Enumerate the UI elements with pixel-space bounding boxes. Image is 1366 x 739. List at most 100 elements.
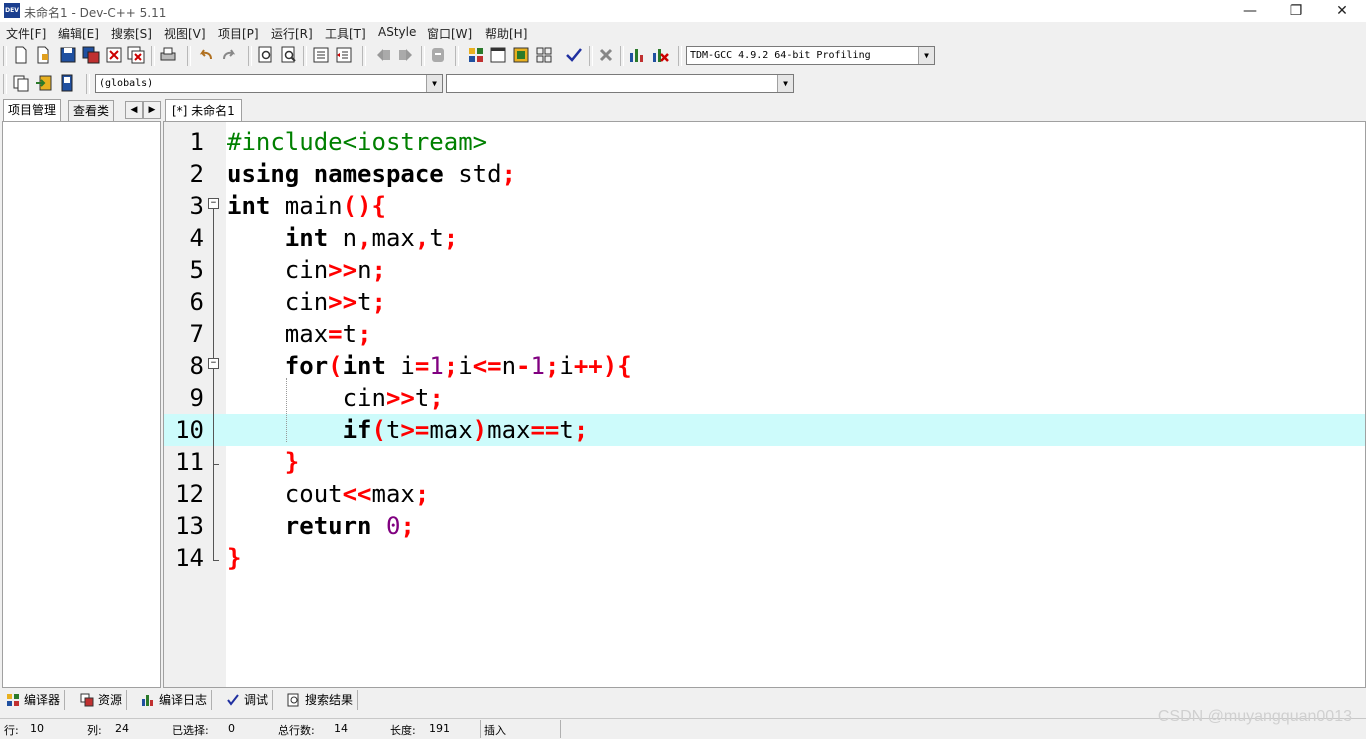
fold-toggle-icon[interactable]: − <box>208 198 219 209</box>
delete-profile-icon[interactable] <box>650 45 670 65</box>
code-line[interactable]: 7 max=t; <box>164 318 1365 350</box>
code-token: for <box>284 352 329 380</box>
redo-icon[interactable] <box>219 45 239 65</box>
close-file-icon[interactable] <box>104 45 124 65</box>
code-line[interactable]: 12 cout<<max; <box>164 478 1365 510</box>
code-token: == <box>530 416 560 444</box>
compile-run-icon[interactable] <box>511 45 531 65</box>
code-text: using namespace std; <box>227 158 516 190</box>
menu-tools[interactable]: 工具[T] <box>325 25 366 42</box>
status-selected-value: 0 <box>228 722 235 735</box>
tab-project-manager[interactable]: 项目管理 <box>3 99 62 122</box>
tab-scroll-right-icon[interactable]: ▶ <box>143 101 161 119</box>
close-all-icon[interactable] <box>126 45 146 65</box>
tab-debug[interactable]: 调试 <box>222 690 274 710</box>
line-number: 13 <box>175 512 204 540</box>
project-options-icon[interactable] <box>57 73 77 93</box>
code-token: ; <box>544 352 560 380</box>
dropdown-arrow-icon[interactable]: ▼ <box>426 75 442 92</box>
window-title: 未命名1 - Dev-C++ 5.11 <box>24 6 167 20</box>
code-line[interactable]: 14} <box>164 542 1365 574</box>
code-token: n <box>328 224 358 252</box>
code-token: max <box>371 224 415 252</box>
code-token: main <box>270 192 343 220</box>
code-token: i <box>458 352 473 380</box>
code-line[interactable]: 8 for(int i=1;i<=n-1;i++){ <box>164 350 1365 382</box>
editor-tab[interactable]: [*] 未命名1 <box>165 99 242 122</box>
code-line[interactable]: 1 #include<iostream> <box>164 126 1365 158</box>
code-line[interactable]: 5 cin>>n; <box>164 254 1365 286</box>
fold-toggle-icon[interactable]: − <box>208 358 219 369</box>
menu-window[interactable]: 窗口[W] <box>427 25 472 42</box>
stop-execution-icon[interactable] <box>596 45 616 65</box>
tab-scroll-left-icon[interactable]: ◀ <box>125 101 143 119</box>
find-icon[interactable] <box>256 45 276 65</box>
new-file-icon[interactable] <box>11 45 31 65</box>
syntax-check-icon[interactable] <box>564 45 584 65</box>
scope-select[interactable]: (globals) ▼ <box>95 74 443 93</box>
tab-compile-log[interactable]: 编译日志 <box>137 690 213 710</box>
line-number: 12 <box>175 480 204 508</box>
compiler-select[interactable]: TDM-GCC 4.9.2 64-bit Profiling ▼ <box>686 46 935 65</box>
undo-icon[interactable] <box>196 45 216 65</box>
code-line[interactable]: 6 cin>>t; <box>164 286 1365 318</box>
compile-icon[interactable] <box>466 45 486 65</box>
run-icon[interactable] <box>488 45 508 65</box>
goto-prev-icon[interactable] <box>373 45 393 65</box>
menu-search[interactable]: 搜索[S] <box>111 25 152 42</box>
tab-compiler[interactable]: 编译器 <box>2 690 66 710</box>
code-token: >> <box>385 384 415 412</box>
fold-end-marker <box>213 560 219 561</box>
code-token: ; <box>443 352 459 380</box>
save-all-icon[interactable] <box>81 45 101 65</box>
member-select[interactable]: ▼ <box>446 74 794 93</box>
menu-file[interactable]: 文件[F] <box>6 25 46 42</box>
unindent-icon[interactable] <box>334 45 354 65</box>
maximize-button[interactable]: ❐ <box>1273 0 1319 22</box>
code-line[interactable]: 13 return 0; <box>164 510 1365 542</box>
dropdown-arrow-icon[interactable]: ▼ <box>918 47 934 64</box>
replace-icon[interactable] <box>279 45 299 65</box>
menu-help[interactable]: 帮助[H] <box>485 25 527 42</box>
code-line[interactable]: 3 int main(){ <box>164 190 1365 222</box>
menu-run[interactable]: 运行[R] <box>271 25 313 42</box>
add-to-project-icon[interactable] <box>34 73 54 93</box>
code-token: = <box>414 352 430 380</box>
title-bar: DEV 未命名1 - Dev-C++ 5.11 — ❐ ✕ <box>0 0 1366 22</box>
profile-icon[interactable] <box>627 45 647 65</box>
menu-project[interactable]: 项目[P] <box>218 25 259 42</box>
print-icon[interactable] <box>158 45 178 65</box>
tab-class-browser[interactable]: 查看类 <box>68 100 115 121</box>
code-line[interactable]: 11 } <box>164 446 1365 478</box>
close-button[interactable]: ✕ <box>1319 0 1365 22</box>
indent-icon[interactable] <box>311 45 331 65</box>
line-number: 3 <box>189 192 204 220</box>
code-line[interactable]: 10 if(t>=max)max==t; <box>164 414 1365 446</box>
new-project-icon[interactable] <box>11 73 31 93</box>
goto-next-icon[interactable] <box>396 45 416 65</box>
toolbar-separator <box>86 74 90 94</box>
save-icon[interactable] <box>58 45 78 65</box>
code-token: namespace <box>313 160 444 188</box>
code-editor[interactable]: 1 #include<iostream> 2 using namespace std;… <box>163 121 1366 688</box>
debug-check-icon <box>227 693 239 706</box>
toggle-bookmark-icon[interactable] <box>428 45 448 65</box>
code-token: std <box>443 160 502 188</box>
rebuild-all-icon[interactable] <box>534 45 554 65</box>
open-file-icon[interactable] <box>33 45 53 65</box>
menu-view[interactable]: 视图[V] <box>164 25 206 42</box>
tab-resources[interactable]: 资源 <box>76 690 128 710</box>
scope-select-value: (globals) <box>99 78 154 89</box>
minimize-button[interactable]: — <box>1227 0 1273 22</box>
dropdown-arrow-icon[interactable]: ▼ <box>777 75 793 92</box>
project-tree-panel[interactable] <box>2 121 161 688</box>
tab-search-results[interactable]: 搜索结果 <box>283 690 359 710</box>
code-token: ( <box>328 352 343 380</box>
code-line[interactable]: 9 cin>>t; <box>164 382 1365 414</box>
menu-edit[interactable]: 编辑[E] <box>58 25 99 42</box>
code-line[interactable]: 2 using namespace std; <box>164 158 1365 190</box>
code-line[interactable]: 4 int n,max,t; <box>164 222 1365 254</box>
menu-astyle[interactable]: AStyle <box>378 25 416 39</box>
